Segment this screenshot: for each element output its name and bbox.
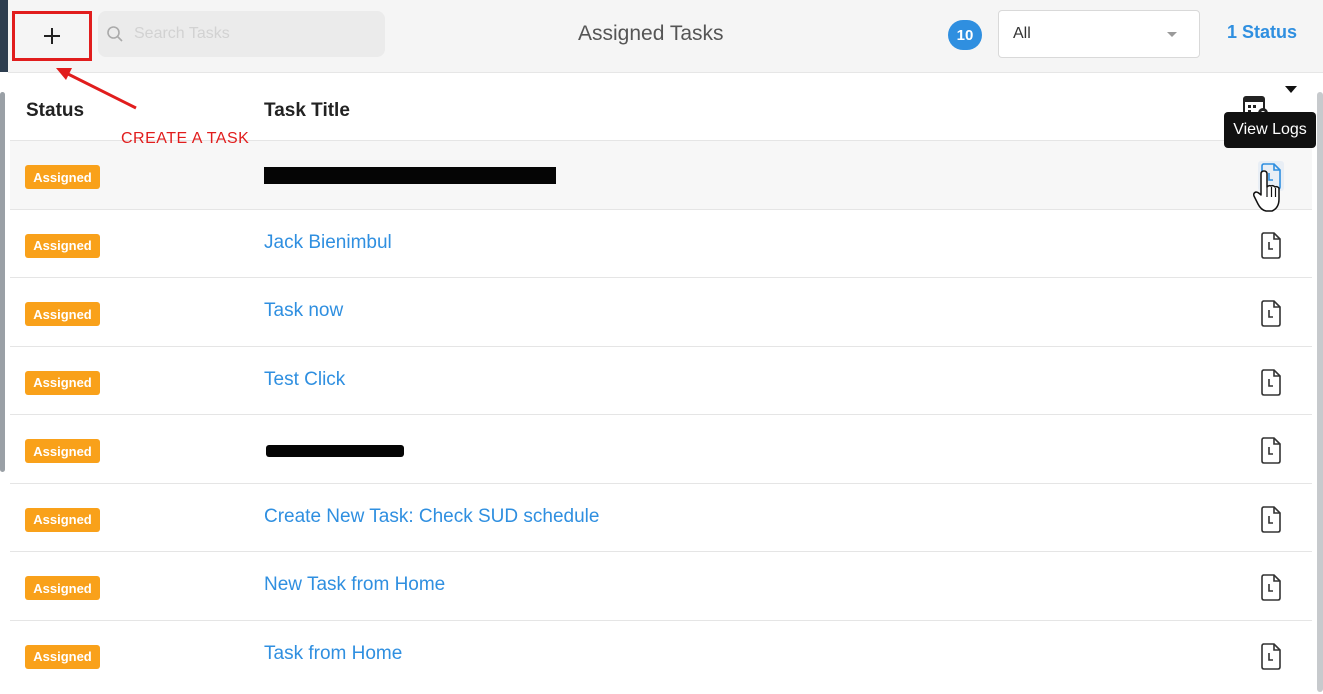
document-clock-icon: [1261, 300, 1281, 327]
left-scrollbar[interactable]: [0, 92, 5, 472]
task-title-link[interactable]: Create New Task: Check SUD schedule: [264, 506, 599, 528]
document-clock-icon: [1261, 437, 1281, 464]
task-title-link[interactable]: Task now: [264, 300, 343, 322]
status-badge: Assigned: [25, 439, 100, 463]
view-logs-button[interactable]: [1258, 435, 1284, 465]
view-logs-button[interactable]: [1258, 298, 1284, 328]
document-clock-icon: [1261, 231, 1281, 259]
chevron-down-icon: [1167, 32, 1177, 37]
status-badge: Assigned: [25, 302, 100, 326]
table-row[interactable]: Assigned: [10, 140, 1312, 209]
search-icon: [107, 26, 123, 42]
task-title-link[interactable]: Task from Home: [264, 643, 402, 665]
plus-icon: [44, 28, 60, 44]
table-row[interactable]: Assigned: [10, 414, 1312, 483]
task-title-link[interactable]: Test Click: [264, 369, 345, 391]
right-scrollbar[interactable]: [1317, 92, 1323, 692]
task-table-body: Assigned Assigned Jack Bienimbul Assigne…: [10, 140, 1312, 688]
table-row[interactable]: Assigned Create New Task: Check SUD sche…: [10, 482, 1312, 551]
task-count-badge: 10: [948, 20, 982, 50]
view-logs-button[interactable]: [1258, 367, 1284, 397]
status-badge: Assigned: [25, 370, 100, 395]
top-toolbar: Assigned Tasks 10 All 1 Status: [8, 0, 1323, 73]
status-badge: Assigned: [25, 165, 100, 189]
page-title: Assigned Tasks: [578, 22, 724, 45]
document-clock-icon: [1261, 574, 1281, 601]
app-sidebar-edge: [0, 0, 8, 72]
table-row[interactable]: Assigned Jack Bienimbul: [10, 208, 1312, 277]
redacted-title-bar: [264, 167, 556, 184]
view-logs-button[interactable]: [1258, 504, 1284, 534]
view-logs-button[interactable]: [1258, 572, 1284, 602]
table-row[interactable]: Assigned New Task from Home: [10, 551, 1312, 620]
status-badge: Assigned: [25, 644, 100, 669]
status-filter-select[interactable]: All: [998, 10, 1200, 58]
view-logs-button[interactable]: [1258, 230, 1284, 260]
status-badge: Assigned: [25, 576, 100, 600]
annotation-label: CREATE A TASK: [121, 130, 250, 147]
hand-cursor-icon: [1253, 170, 1280, 212]
document-clock-icon: [1261, 505, 1281, 533]
column-header-task-title[interactable]: Task Title: [264, 100, 350, 122]
search-input[interactable]: [132, 24, 376, 44]
annotation-arrow-icon: [56, 68, 137, 110]
search-box[interactable]: [98, 11, 385, 57]
view-logs-button[interactable]: [1258, 641, 1284, 671]
table-row[interactable]: Assigned Task now: [10, 277, 1312, 346]
create-task-button[interactable]: [12, 11, 92, 61]
status-filter-value: All: [1013, 25, 1031, 42]
column-menu-caret-icon[interactable]: [1285, 86, 1297, 93]
view-logs-tooltip: View Logs: [1224, 112, 1316, 148]
table-row[interactable]: Assigned Task from Home: [10, 619, 1312, 688]
task-title-link[interactable]: New Task from Home: [264, 574, 445, 596]
table-row[interactable]: Assigned Test Click: [10, 345, 1312, 414]
document-clock-icon: [1261, 368, 1281, 396]
status-filter-link[interactable]: 1 Status: [1227, 22, 1297, 43]
status-badge: Assigned: [25, 233, 100, 258]
document-clock-icon: [1261, 642, 1281, 670]
status-badge: Assigned: [25, 507, 100, 532]
task-title-link[interactable]: Jack Bienimbul: [264, 232, 392, 254]
redacted-title-bar: [266, 445, 404, 457]
